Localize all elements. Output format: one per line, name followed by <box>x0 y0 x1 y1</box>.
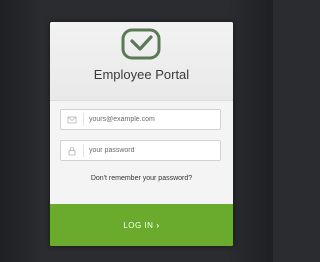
forgot-password-link[interactable]: Don't remember your password? <box>50 175 233 182</box>
card-header: Employee Portal <box>50 22 233 101</box>
backdrop-right <box>227 0 273 262</box>
lock-icon <box>68 147 76 156</box>
field-separator <box>83 113 84 126</box>
field-separator <box>83 144 84 157</box>
password-input[interactable] <box>89 143 215 158</box>
backdrop-left <box>0 0 40 262</box>
chevron-right-icon: › <box>156 220 160 230</box>
password-field[interactable] <box>60 140 221 161</box>
portal-title: Employee Portal <box>93 67 190 82</box>
email-input[interactable] <box>89 112 215 127</box>
email-field[interactable] <box>60 109 221 130</box>
envelope-icon <box>67 116 77 124</box>
login-button[interactable]: LOG IN › <box>50 204 233 246</box>
checkmark-badge-icon <box>121 28 161 60</box>
login-card: Employee Portal Don't remember your pass… <box>50 22 233 246</box>
login-button-label: LOG IN <box>123 220 154 230</box>
